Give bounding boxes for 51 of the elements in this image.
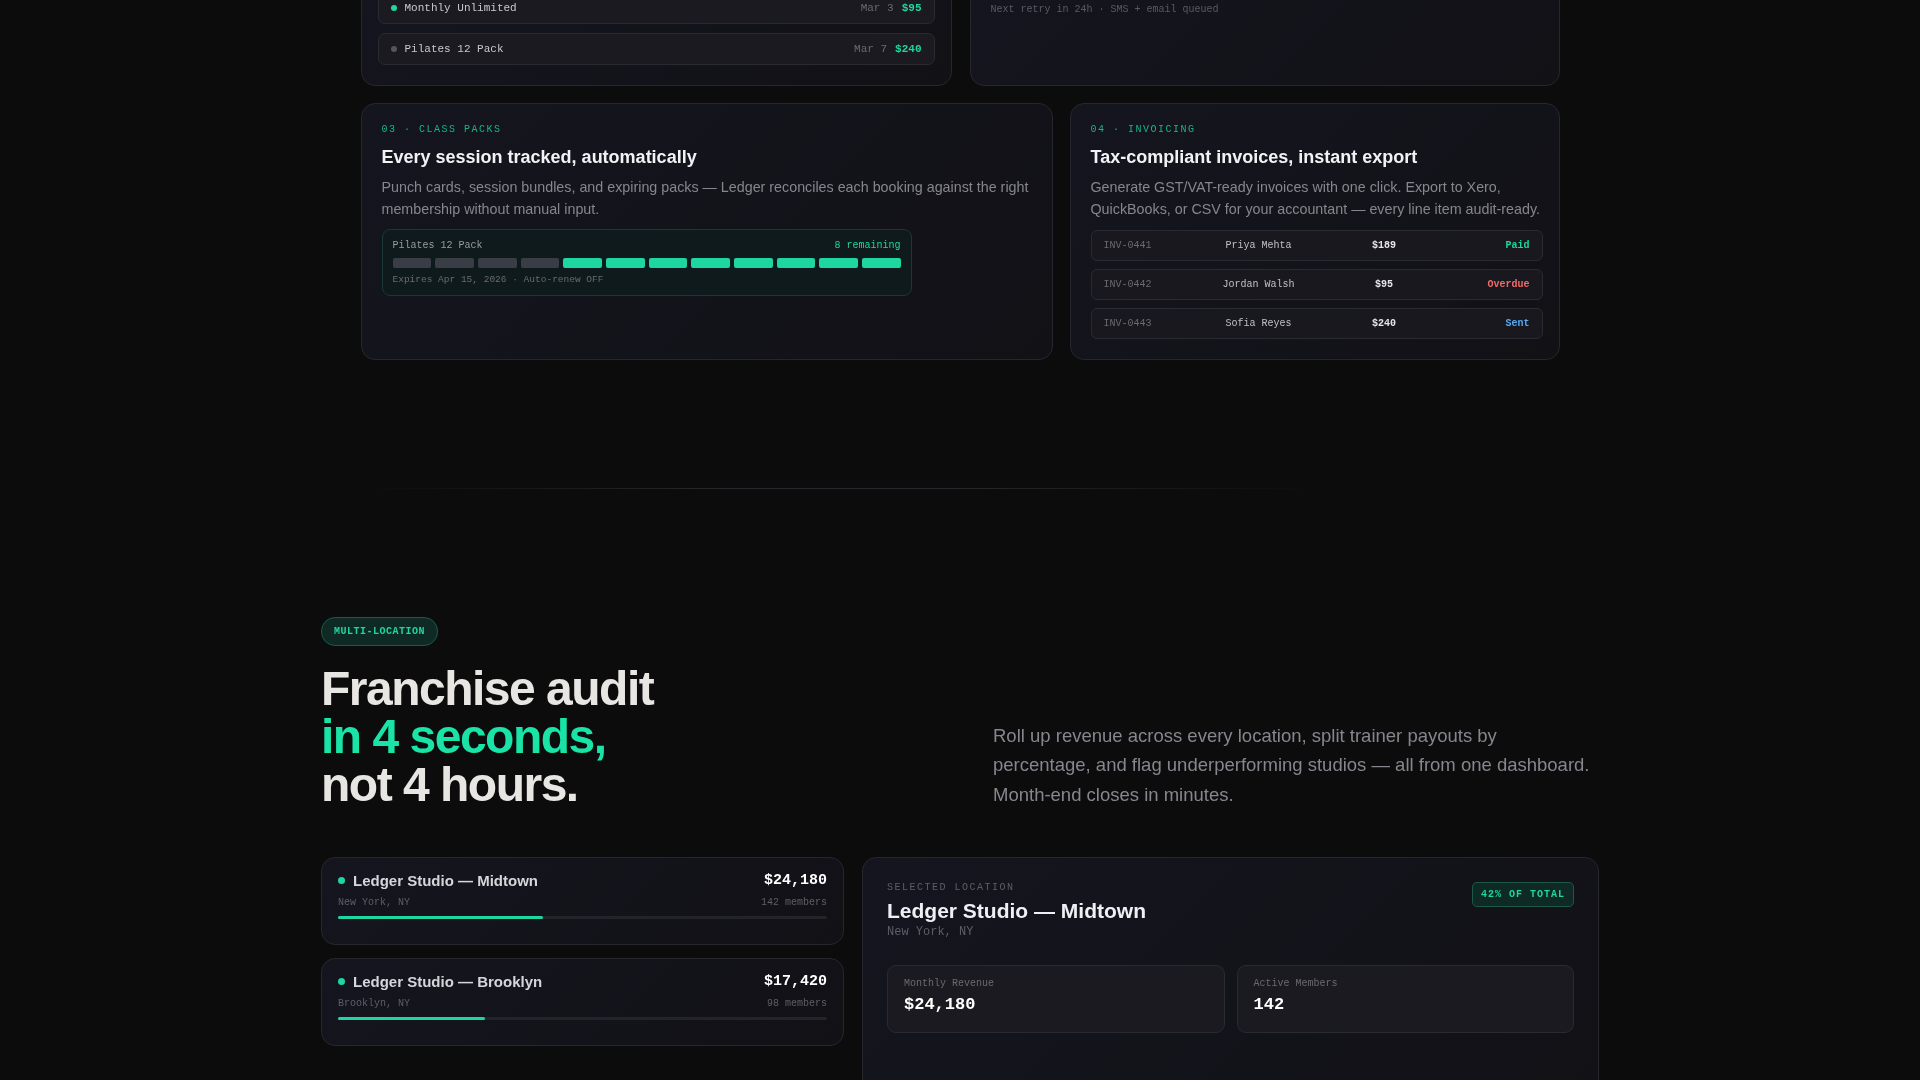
location-revenue: $24,180	[764, 872, 827, 889]
member-count: 98 members	[767, 998, 827, 1009]
client-name: Jordan Walsh	[1221, 279, 1296, 290]
plan-name: Monthly Unlimited	[404, 2, 518, 14]
feature-title: Every session tracked, automatically	[381, 147, 698, 168]
pack-name: Pilates 12 Pack	[392, 240, 483, 251]
payment-date: Mar 7	[854, 43, 888, 55]
invoice-amount: $240	[1371, 318, 1397, 329]
feature-label: 04 · INVOICING	[1090, 124, 1197, 135]
location-title: Ledger Studio — Midtown	[887, 899, 1146, 923]
location-city: New York, NY	[338, 897, 410, 908]
location-card[interactable]: Ledger Studio — Midtown $24,180 New York, NY 142 members	[321, 857, 844, 945]
stat-value: $24,180	[904, 995, 977, 1014]
invoice-status: Paid	[1504, 240, 1530, 251]
location-name: Ledger Studio — Midtown	[353, 872, 539, 889]
invoice-id: INV-0441	[1103, 240, 1153, 251]
invoice-id: INV-0443	[1103, 318, 1153, 329]
section-badge: MULTI-LOCATION	[321, 617, 438, 646]
client-name: Sofia Reyes	[1224, 318, 1293, 329]
location-city: Brooklyn, NY	[338, 998, 410, 1009]
feature-description: Generate GST/VAT-ready invoices with one click. Export to Xero, QuickBooks, or CSV for your accountant — every line item audit-ready.	[1090, 178, 1541, 219]
feature-title: Tax-compliant invoices, instant export	[1090, 147, 1419, 168]
stat-value: 142	[1253, 995, 1286, 1014]
client-name: Priya Mehta	[1224, 240, 1293, 251]
headline-line: in 4 seconds,	[321, 713, 607, 761]
invoice-status: Overdue	[1486, 279, 1530, 290]
invoice-amount: $95	[1374, 279, 1394, 290]
headline-line: not 4 hours.	[321, 761, 578, 809]
stat-label: Active Members	[1253, 978, 1339, 989]
feature-label: 03 · CLASS PACKS	[381, 124, 503, 135]
location-card[interactable]: Ledger Studio — Brooklyn $17,420 Brooklyn, NY 98 members	[321, 958, 844, 1046]
payment-date: Mar 3	[860, 2, 894, 14]
location-city: New York, NY	[887, 925, 975, 939]
plan-name: Pilates 12 Pack	[404, 43, 505, 55]
location-name: Ledger Studio — Brooklyn	[353, 973, 544, 990]
headline-line: Franchise audit	[321, 665, 655, 713]
pack-footnote: Expires Apr 15, 2026 · Auto-renew OFF	[392, 274, 605, 285]
payment-amount: $240	[895, 43, 922, 55]
invoice-status: Sent	[1504, 318, 1530, 329]
panel-label: SELECTED LOCATION	[887, 882, 1016, 893]
remaining-count: 8 remaining	[834, 240, 901, 251]
share-badge: 42% OF TOTAL	[1472, 882, 1574, 907]
invoice-id: INV-0442	[1103, 279, 1153, 290]
stat-label: Monthly Revenue	[904, 978, 995, 989]
feature-description: Punch cards, session bundles, and expiring packs — Ledger reconciles each booking against the right membership without manual input.	[381, 178, 1030, 219]
retry-note: Next retry in 24h · SMS + email queued	[990, 4, 1220, 15]
section-description: Roll up revenue across every location, split trainer payouts by percentage, and flag underperforming studios — all from one dashboard. Month-end closes in minutes.	[993, 723, 1591, 807]
location-revenue: $17,420	[764, 973, 827, 990]
invoice-amount: $189	[1371, 240, 1397, 251]
member-count: 142 members	[761, 897, 827, 908]
payment-amount: $95	[901, 2, 922, 14]
